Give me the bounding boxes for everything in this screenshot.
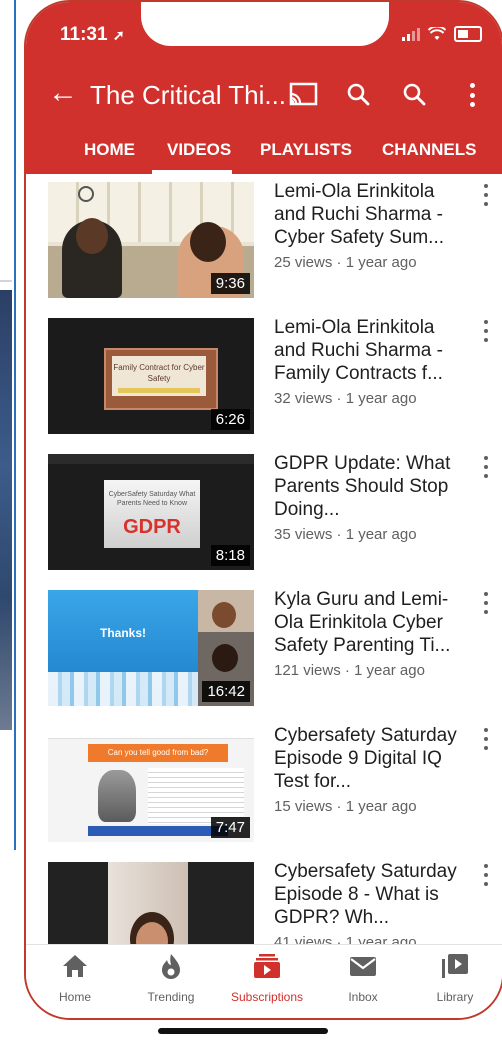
top-app-bar: ← The Critical Thi... xyxy=(26,76,502,116)
list-item[interactable]: Can you tell good from bad? 7:47 Cybersa… xyxy=(26,718,502,848)
status-time: 11:31 ➚ xyxy=(60,24,125,46)
video-more-icon[interactable] xyxy=(482,456,490,478)
nav-label: Home xyxy=(58,990,91,1004)
flame-icon xyxy=(162,954,180,979)
wifi-icon xyxy=(428,27,446,40)
tab-videos[interactable]: VIDEOS xyxy=(167,140,231,160)
video-title[interactable]: Lemi-Ola Erinkitola and Ruchi Sharma - F… xyxy=(274,316,464,385)
nav-home[interactable]: Home xyxy=(30,953,120,1004)
thumbnail-caption: CyberSafety Saturday What Parents Need t… xyxy=(108,491,196,507)
tab-playlists[interactable]: PLAYLISTS xyxy=(260,140,352,160)
video-more-icon[interactable] xyxy=(482,592,490,614)
video-thumbnail[interactable] xyxy=(48,862,254,944)
nav-library[interactable]: Library xyxy=(410,953,500,1004)
tab-home[interactable]: HOME xyxy=(84,140,135,160)
video-title[interactable]: Cybersafety Saturday Episode 8 - What is… xyxy=(274,860,464,929)
video-more-icon[interactable] xyxy=(482,320,490,342)
video-thumbnail[interactable]: Can you tell good from bad? 7:47 xyxy=(48,726,254,842)
channel-title: The Critical Thi... xyxy=(90,80,287,110)
thumbnail-headline: GDPR xyxy=(123,516,181,538)
list-item[interactable]: 9:36 Lemi-Ola Erinkitola and Ruchi Sharm… xyxy=(26,174,502,304)
video-more-icon[interactable] xyxy=(482,864,490,886)
channel-tabs: HOME VIDEOS PLAYLISTS CHANNELS xyxy=(26,130,502,174)
location-arrow-icon: ➚ xyxy=(112,27,125,43)
status-icons xyxy=(402,26,482,42)
video-thumbnail[interactable]: 9:36 xyxy=(48,182,254,298)
library-icon xyxy=(442,954,468,978)
bottom-navigation: Home Trending Subscriptions Inbox Librar… xyxy=(26,944,502,1018)
status-time-text: 11:31 xyxy=(60,24,108,45)
subscriptions-icon xyxy=(254,954,280,978)
video-title[interactable]: Lemi-Ola Erinkitola and Ruchi Sharma - C… xyxy=(274,180,464,249)
phone-screen: 11:31 ➚ ← The Critical Thi... HOME VIDEO… xyxy=(24,0,502,1020)
search-icon[interactable] xyxy=(346,82,370,106)
nav-label: Subscriptions xyxy=(230,990,304,1004)
video-meta: 35 views · 1 year ago xyxy=(274,526,417,543)
tab-channels[interactable]: CHANNELS xyxy=(382,140,476,160)
list-item[interactable]: Family Contract for Cyber Safety 6:26 Le… xyxy=(26,310,502,440)
video-title[interactable]: Cybersafety Saturday Episode 9 Digital I… xyxy=(274,724,464,793)
video-more-icon[interactable] xyxy=(482,728,490,750)
search-icon-secondary[interactable] xyxy=(402,82,426,106)
background-divider xyxy=(0,280,12,282)
video-meta: 41 views · 1 year ago xyxy=(274,934,417,944)
video-more-icon[interactable] xyxy=(482,184,490,206)
video-duration: 8:18 xyxy=(210,545,250,566)
video-title[interactable]: GDPR Update: What Parents Should Stop Do… xyxy=(274,452,464,521)
phone-mockup: 11:31 ➚ ← The Critical Thi... HOME VIDEO… xyxy=(24,0,502,1043)
list-item[interactable]: CyberSafety Saturday What Parents Need t… xyxy=(26,446,502,576)
list-item[interactable]: Cybersafety Saturday Episode 8 - What is… xyxy=(26,854,502,944)
video-duration: 16:42 xyxy=(202,681,250,702)
back-arrow-icon[interactable]: ← xyxy=(48,78,78,108)
home-icon xyxy=(63,955,87,977)
list-item[interactable]: Thanks! 16:42 Kyla Guru and Lemi-Ola Eri… xyxy=(26,582,502,712)
video-meta: 32 views · 1 year ago xyxy=(274,390,417,407)
video-meta: 15 views · 1 year ago xyxy=(274,798,417,815)
background-photo-strip xyxy=(0,290,12,730)
video-duration: 7:47 xyxy=(210,817,250,838)
home-indicator xyxy=(158,1028,328,1034)
more-options-icon[interactable] xyxy=(462,80,482,110)
video-title[interactable]: Kyla Guru and Lemi-Ola Erinkitola Cyber … xyxy=(274,588,464,657)
video-list: 9:36 Lemi-Ola Erinkitola and Ruchi Sharm… xyxy=(26,174,502,944)
nav-label: Inbox xyxy=(348,990,378,1004)
signal-icon xyxy=(402,27,420,41)
video-thumbnail[interactable]: Family Contract for Cyber Safety 6:26 xyxy=(48,318,254,434)
nav-label: Library xyxy=(436,990,474,1004)
nav-inbox[interactable]: Inbox xyxy=(318,953,408,1004)
thumbnail-caption: Thanks! xyxy=(99,626,146,640)
cast-icon[interactable] xyxy=(288,82,318,106)
battery-icon xyxy=(454,26,482,42)
thumbnail-caption: Can you tell good from bad? xyxy=(88,744,228,762)
app-header: 11:31 ➚ ← The Critical Thi... HOME VIDEO… xyxy=(26,2,502,174)
video-duration: 6:26 xyxy=(210,409,250,430)
video-thumbnail[interactable]: CyberSafety Saturday What Parents Need t… xyxy=(48,454,254,570)
phone-notch xyxy=(141,2,389,46)
nav-label: Trending xyxy=(147,990,195,1004)
video-thumbnail[interactable]: Thanks! 16:42 xyxy=(48,590,254,706)
video-meta: 25 views · 1 year ago xyxy=(274,254,417,271)
video-meta: 121 views · 1 year ago xyxy=(274,662,425,679)
mail-icon xyxy=(350,957,376,976)
nav-trending[interactable]: Trending xyxy=(126,953,216,1004)
nav-subscriptions[interactable]: Subscriptions xyxy=(222,953,312,1004)
video-duration: 9:36 xyxy=(210,273,250,294)
